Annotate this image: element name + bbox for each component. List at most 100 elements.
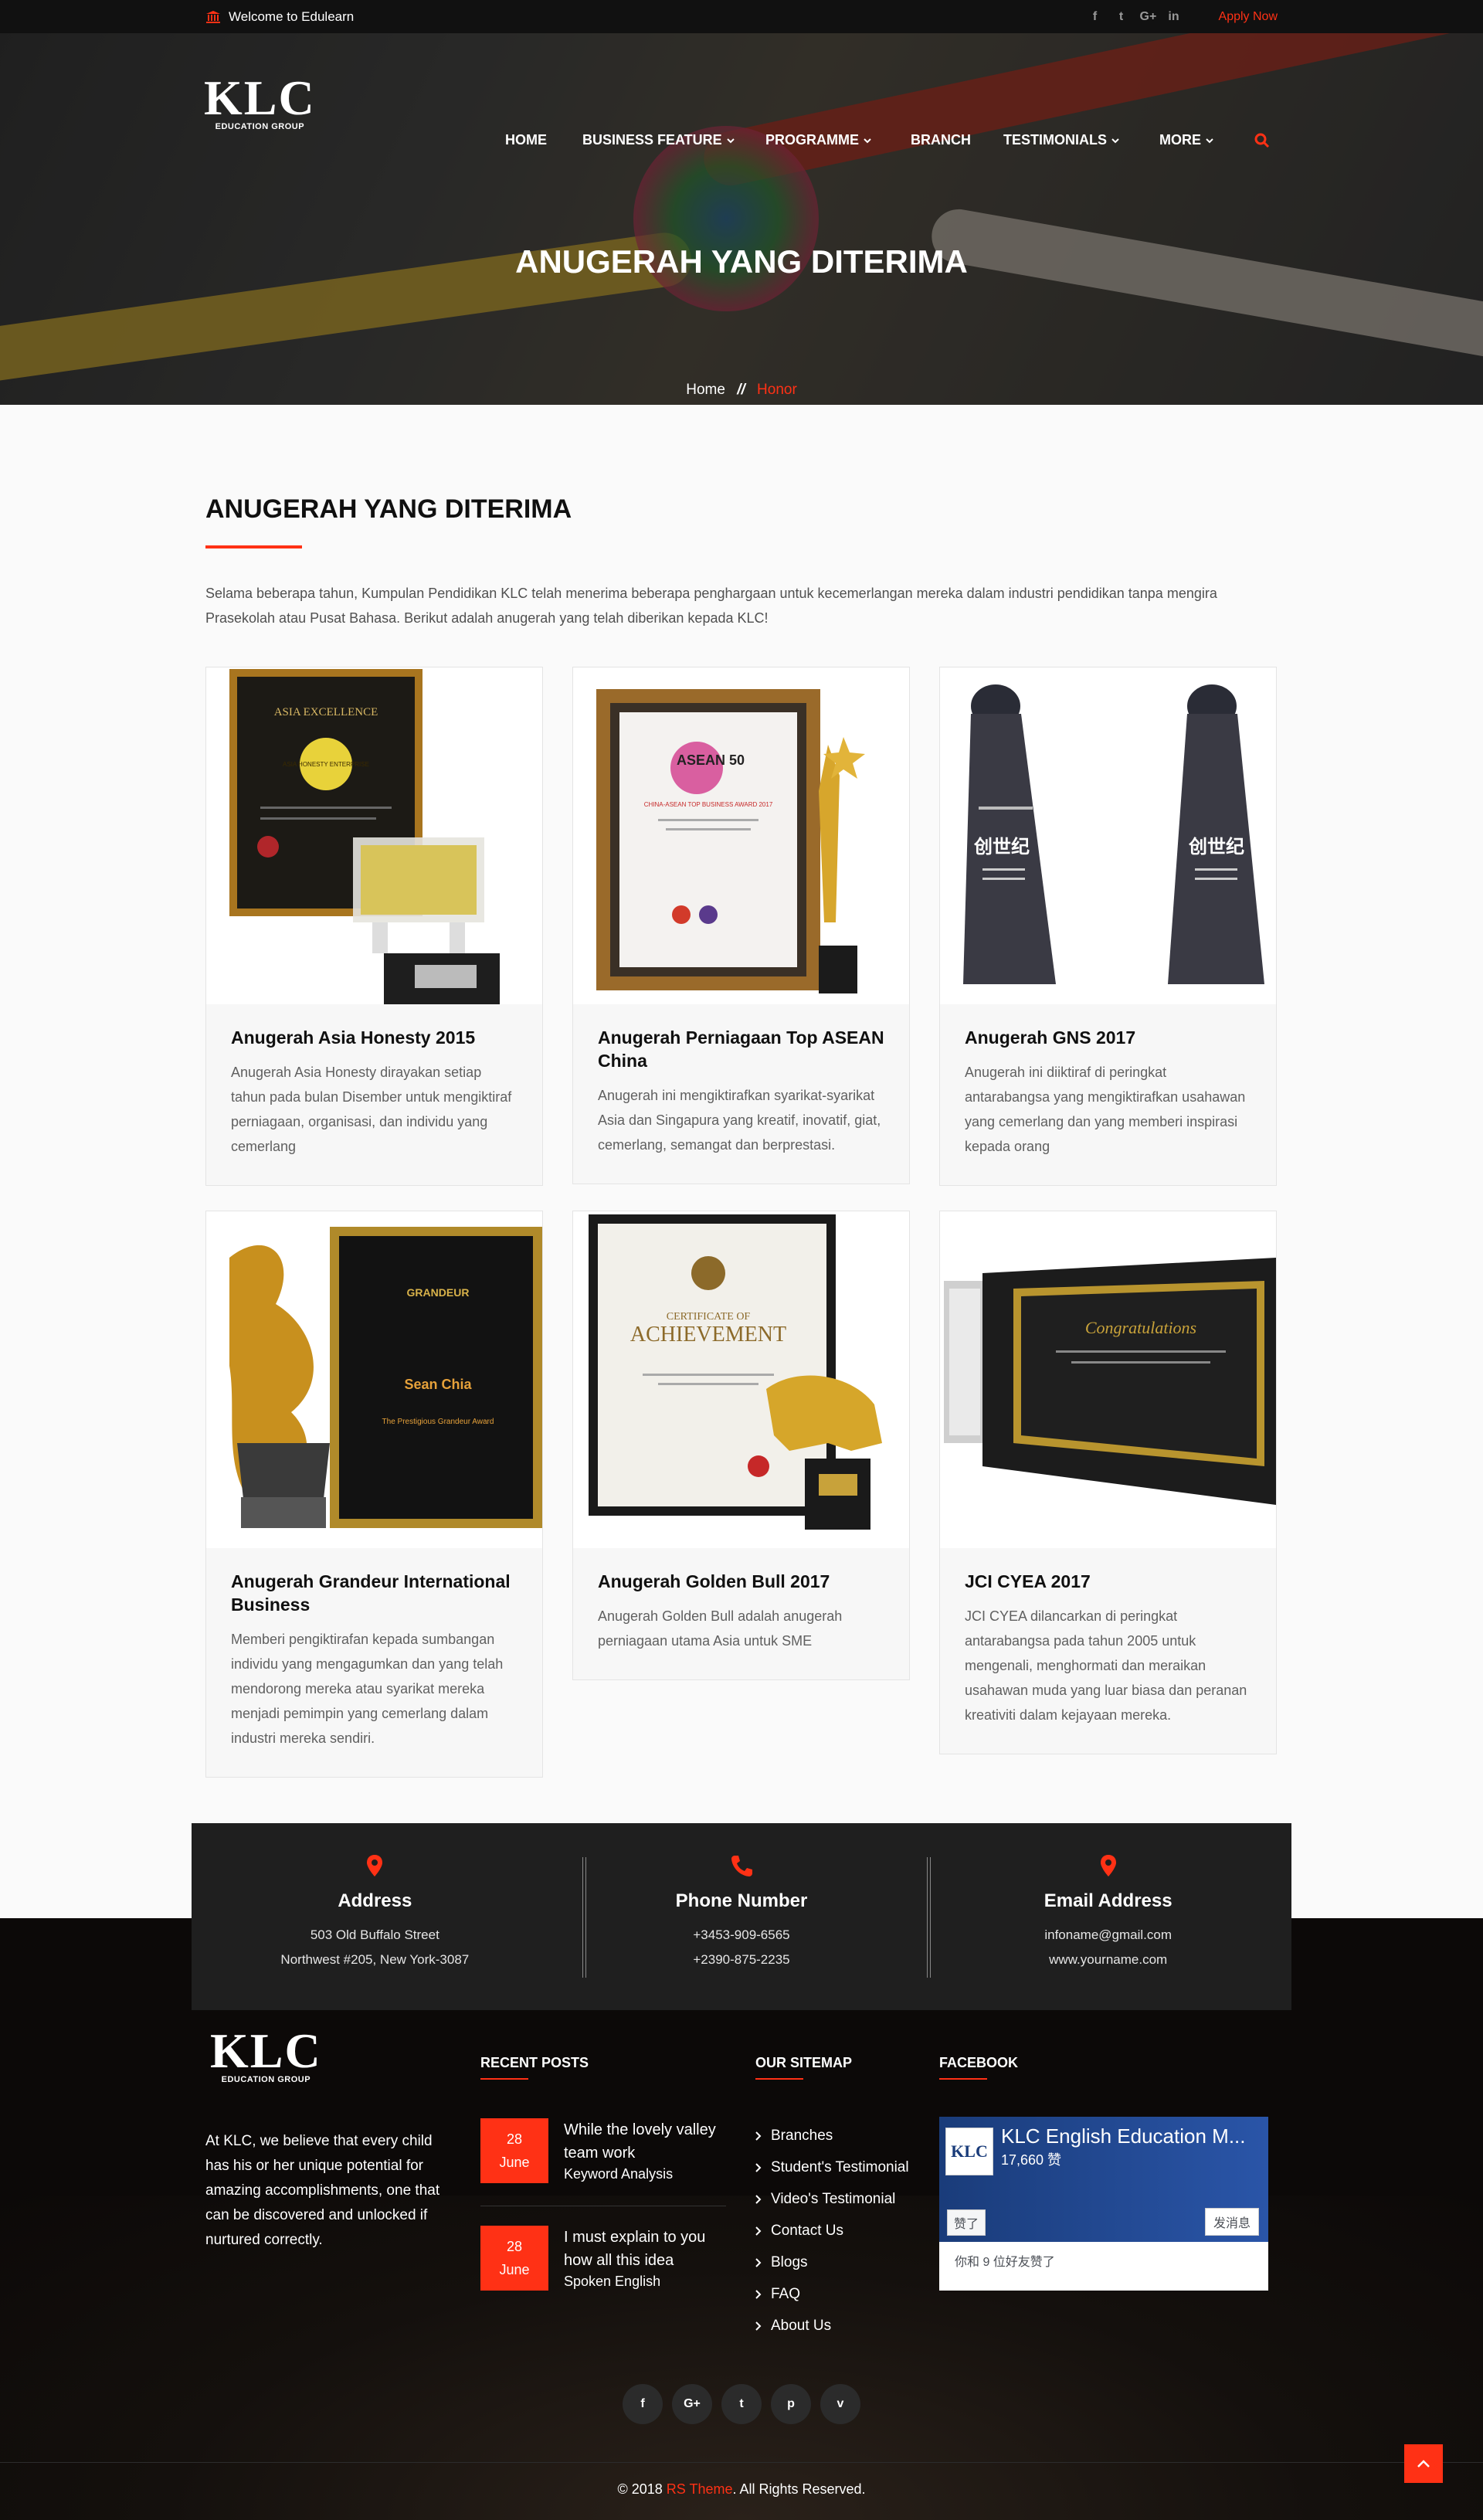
facebook-like-button[interactable]: 赞了 — [947, 2209, 986, 2236]
award-card[interactable]: ASEAN 50 CHINA-ASEAN TOP BUSINESS AWARD … — [572, 667, 910, 1184]
contact-line[interactable]: +2390-875-2235 — [558, 1948, 925, 1972]
award-description: Anugerah Golden Bull adalah anugerah per… — [598, 1608, 843, 1649]
certificate-heading: CERTIFICATE OF — [667, 1311, 751, 1323]
search-icon[interactable] — [1254, 133, 1270, 148]
contact-line[interactable]: +3453-909-6565 — [558, 1923, 925, 1948]
vimeo-icon[interactable]: v — [820, 2384, 860, 2424]
award-image: GRANDEUR Sean Chia The Prestigious Grand… — [206, 1211, 542, 1548]
google-plus-icon[interactable]: G+ — [672, 2384, 712, 2424]
award-card[interactable]: CERTIFICATE OF ACHIEVEMENT Anugerah Gold… — [572, 1211, 910, 1680]
pinterest-icon[interactable]: p — [771, 2384, 811, 2424]
breadcrumb-current: Honor — [757, 382, 797, 398]
google-plus-icon[interactable]: G+ — [1140, 10, 1157, 24]
certificate-seal-text: ASIA HONESTY ENTERPRISE — [283, 761, 369, 768]
award-card[interactable]: Congratulations JCI CYEA 2017 JCI CYEA d… — [939, 1211, 1277, 1754]
footer-social-links: f G+ t p v — [623, 2384, 860, 2424]
post-date-badge: 28 June — [480, 2226, 548, 2291]
contact-line: 503 Old Buffalo Street — [310, 1927, 439, 1942]
chevron-right-icon — [755, 2131, 762, 2141]
award-title: Anugerah GNS 2017 — [965, 1027, 1136, 1048]
sitemap-list: Branches Student's Testimonial Video's T… — [755, 2120, 909, 2342]
section-title-underline — [205, 545, 302, 548]
certificate-heading: GRANDEUR — [407, 1286, 470, 1299]
facebook-icon[interactable]: f — [1088, 10, 1103, 24]
breadcrumb-separator: // — [737, 382, 745, 398]
breadcrumb-home[interactable]: Home — [686, 382, 725, 398]
trophy-text: 创世纪 — [973, 836, 1030, 858]
contact-title: Address — [338, 1890, 412, 1911]
sitemap-item-blogs[interactable]: Blogs — [755, 2247, 909, 2278]
recent-posts-title: RECENT POSTS — [480, 2055, 589, 2070]
nav-item-business-feature[interactable]: BUSINESS FEATURE — [582, 132, 765, 148]
chevron-right-icon — [755, 2289, 762, 2299]
sitemap-item-video-testimonial[interactable]: Video's Testimonial — [755, 2183, 909, 2215]
recent-post[interactable]: 28 June I must explain to you how all th… — [480, 2226, 726, 2291]
chevron-right-icon — [755, 2162, 762, 2172]
award-card[interactable]: ASIA EXCELLENCE ASIA HONESTY ENTERPRISE … — [205, 667, 543, 1186]
contact-title: Phone Number — [675, 1890, 808, 1911]
award-description: Anugerah Asia Honesty dirayakan setiap t… — [231, 1065, 512, 1154]
award-card[interactable]: 创世纪 创世纪 Anugerah GNS 2017 Anugerah ini d… — [939, 667, 1277, 1186]
phone-icon — [731, 1856, 752, 1876]
nav-item-testimonials[interactable]: TESTIMONIALS — [1003, 132, 1159, 148]
facebook-cover: KLC KLC English Education M... 17,660 赞 … — [939, 2117, 1268, 2242]
nav-item-more[interactable]: MORE — [1159, 132, 1254, 148]
plaque-heading: Congratulations — [1085, 1318, 1196, 1337]
scroll-to-top-button[interactable] — [1404, 2444, 1443, 2483]
footer-logo[interactable]: KLC EDUCATION GROUP — [210, 2026, 322, 2085]
top-bar: Welcome to Edulearn f t G+ in Apply Now — [0, 0, 1483, 33]
facebook-widget[interactable]: KLC KLC English Education M... 17,660 赞 … — [939, 2117, 1268, 2291]
nav-item-home[interactable]: HOME — [505, 132, 582, 148]
post-category: Keyword Analysis — [564, 2166, 674, 2182]
chevron-down-icon — [1206, 138, 1213, 143]
facebook-like-count: 17,660 赞 — [1001, 2152, 1062, 2168]
award-image: ASEAN 50 CHINA-ASEAN TOP BUSINESS AWARD … — [573, 667, 909, 1004]
facebook-underline — [939, 2078, 987, 2080]
map-pin-icon — [1100, 1855, 1116, 1876]
sitemap-item-about-us[interactable]: About Us — [755, 2310, 909, 2342]
award-card[interactable]: GRANDEUR Sean Chia The Prestigious Grand… — [205, 1211, 543, 1778]
sitemap-item-student-testimonial[interactable]: Student's Testimonial — [755, 2152, 909, 2183]
footer-divider — [0, 2462, 1483, 2463]
facebook-page-avatar: KLC — [945, 2128, 993, 2175]
certificate-award-name: The Prestigious Grandeur Award — [382, 1418, 494, 1426]
sitemap-item-faq[interactable]: FAQ — [755, 2278, 909, 2310]
contact-address: Address 503 Old Buffalo Street Northwest… — [192, 1823, 558, 2010]
sitemap-item-branches[interactable]: Branches — [755, 2120, 909, 2152]
certificate-heading: ASEAN 50 — [677, 752, 745, 768]
section-intro: Selama beberapa tahun, Kumpulan Pendidik… — [205, 586, 1217, 626]
institution-icon — [206, 10, 220, 23]
footer-about: At KLC, we believe that every child has … — [205, 2133, 440, 2248]
award-title: Anugerah Golden Bull 2017 — [598, 1571, 830, 1591]
sitemap-title: OUR SITEMAP — [755, 2055, 853, 2070]
award-title: JCI CYEA 2017 — [965, 1571, 1091, 1591]
chevron-up-icon — [1417, 2460, 1430, 2467]
post-title[interactable]: While the lovely valley team work — [564, 2118, 726, 2165]
chevron-down-icon — [726, 138, 735, 143]
post-title[interactable]: I must explain to you how all this idea — [564, 2226, 726, 2272]
nav-item-branch[interactable]: BRANCH — [911, 132, 1003, 148]
twitter-icon[interactable]: t — [1114, 10, 1129, 24]
sitemap-item-contact-us[interactable]: Contact Us — [755, 2215, 909, 2247]
site-logo[interactable]: KLC EDUCATION GROUP — [204, 73, 316, 132]
award-title: Anugerah Asia Honesty 2015 — [231, 1027, 476, 1048]
award-description: JCI CYEA dilancarkan di peringkat antara… — [965, 1608, 1247, 1723]
award-image: Congratulations — [940, 1211, 1276, 1548]
contact-info-bar: Address 503 Old Buffalo Street Northwest… — [192, 1823, 1291, 2010]
facebook-icon[interactable]: f — [623, 2384, 663, 2424]
chevron-down-icon — [864, 138, 871, 143]
chevron-down-icon — [1111, 138, 1119, 143]
twitter-icon[interactable]: t — [721, 2384, 762, 2424]
contact-line[interactable]: infoname@gmail.com — [925, 1923, 1291, 1948]
nav-item-programme[interactable]: PROGRAMME — [765, 132, 911, 148]
contact-phone: Phone Number +3453-909-6565 +2390-875-22… — [558, 1823, 925, 2010]
apply-now-link[interactable]: Apply Now — [1219, 10, 1278, 24]
contact-line[interactable]: www.yourname.com — [925, 1948, 1291, 1972]
section-title: ANUGERAH YANG DITERIMA — [205, 494, 572, 524]
facebook-message-button[interactable]: 发消息 — [1204, 2208, 1259, 2236]
theme-link[interactable]: RS Theme — [667, 2481, 733, 2497]
linkedin-icon[interactable]: in — [1166, 10, 1182, 24]
recent-post[interactable]: 28 June While the lovely valley team wor… — [480, 2118, 726, 2183]
award-title: Anugerah Grandeur International Business — [231, 1571, 511, 1615]
facebook-page-name[interactable]: KLC English Education M... — [1001, 2124, 1246, 2148]
